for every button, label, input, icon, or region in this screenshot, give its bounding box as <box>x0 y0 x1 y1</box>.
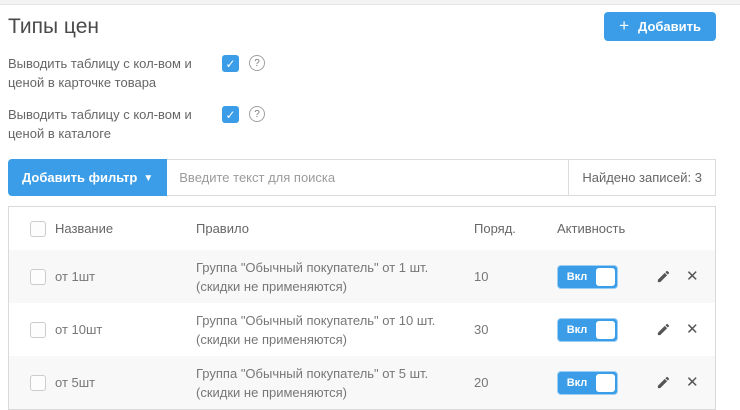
pencil-icon <box>656 269 671 284</box>
close-icon: ✕ <box>686 322 699 337</box>
edit-button[interactable] <box>656 375 671 390</box>
edit-button[interactable] <box>656 322 671 337</box>
toggle-knob <box>596 268 615 286</box>
row-checkbox-cell <box>9 375 55 391</box>
actions-cell: ✕ <box>643 269 715 284</box>
actions-cell: ✕ <box>643 322 715 337</box>
activity-cell: Вкл <box>557 265 643 289</box>
filter-toolbar: Добавить фильтр ▼ Найдено записей: 3 <box>8 159 716 196</box>
pencil-icon <box>656 375 671 390</box>
column-header-activity: Активность <box>557 221 643 236</box>
rule-line-2: (скидки не применяются) <box>196 330 474 349</box>
name-cell: от 10шт <box>55 322 196 337</box>
search-input[interactable] <box>167 159 569 196</box>
select-all-checkbox[interactable] <box>30 221 46 237</box>
activity-toggle[interactable]: Вкл <box>557 371 618 395</box>
page-title: Типы цен <box>8 15 99 39</box>
rule-line-1: Группа "Обычный покупатель" от 1 шт. <box>196 258 474 277</box>
activity-cell: Вкл <box>557 318 643 342</box>
add-filter-label: Добавить фильтр <box>22 170 137 185</box>
table-row: от 10шт Группа "Обычный покупатель" от 1… <box>9 303 715 356</box>
column-header-rule: Правило <box>196 219 474 238</box>
table-row: от 5шт Группа "Обычный покупатель" от 5 … <box>9 356 715 409</box>
setting-row-product-card: Выводить таблицу с кол-вом и ценой в кар… <box>8 54 716 92</box>
activity-cell: Вкл <box>557 371 643 395</box>
add-button-label: Добавить <box>638 19 701 34</box>
page-content: Типы цен + Добавить Выводить таблицу с к… <box>0 12 740 410</box>
setting-label: Выводить таблицу с кол-вом и ценой в кат… <box>8 105 222 143</box>
setting-label: Выводить таблицу с кол-вом и ценой в кар… <box>8 54 222 92</box>
checkmark-icon: ✓ <box>225 57 235 71</box>
add-button[interactable]: + Добавить <box>604 12 716 41</box>
table-header-row: Название Правило Поряд. Активность <box>9 207 715 250</box>
caret-down-icon: ▼ <box>143 173 153 184</box>
row-checkbox[interactable] <box>30 269 46 285</box>
setting-checkbox[interactable]: ✓ <box>222 106 239 123</box>
toggle-knob <box>596 374 615 392</box>
setting-row-catalog: Выводить таблицу с кол-вом и ценой в кат… <box>8 105 716 143</box>
actions-cell: ✕ <box>643 375 715 390</box>
help-icon[interactable]: ? <box>249 55 265 71</box>
rule-line-2: (скидки не применяются) <box>196 383 474 402</box>
setting-checkbox[interactable]: ✓ <box>222 55 239 72</box>
rule-line-2: (скидки не применяются) <box>196 277 474 296</box>
column-header-name: Название <box>55 221 196 236</box>
help-icon[interactable]: ? <box>249 106 265 122</box>
pencil-icon <box>656 322 671 337</box>
rule-line-1: Группа "Обычный покупатель" от 5 шт. <box>196 364 474 383</box>
delete-button[interactable]: ✕ <box>686 322 699 337</box>
header-checkbox-cell <box>9 221 55 237</box>
delete-button[interactable]: ✕ <box>686 375 699 390</box>
column-header-order: Поряд. <box>474 221 557 236</box>
rule-cell: Группа "Обычный покупатель" от 1 шт. (ск… <box>196 258 474 296</box>
plus-icon: + <box>619 17 629 34</box>
page-header: Типы цен + Добавить <box>8 12 716 41</box>
edit-button[interactable] <box>656 269 671 284</box>
toggle-knob <box>596 321 615 339</box>
price-types-table: Название Правило Поряд. Активность от 1ш… <box>8 206 716 410</box>
row-checkbox-cell <box>9 269 55 285</box>
name-cell: от 5шт <box>55 375 196 390</box>
order-cell: 20 <box>474 375 557 390</box>
add-filter-button[interactable]: Добавить фильтр ▼ <box>8 159 167 196</box>
row-checkbox[interactable] <box>30 322 46 338</box>
close-icon: ✕ <box>686 375 699 390</box>
toggle-label: Вкл <box>558 324 596 336</box>
checkmark-icon: ✓ <box>225 108 235 122</box>
toggle-label: Вкл <box>558 377 596 389</box>
row-checkbox[interactable] <box>30 375 46 391</box>
rule-line-1: Группа "Обычный покупатель" от 10 шт. <box>196 311 474 330</box>
rule-cell: Группа "Обычный покупатель" от 10 шт. (с… <box>196 311 474 349</box>
top-divider-strip <box>0 0 740 5</box>
rule-cell: Группа "Обычный покупатель" от 5 шт. (ск… <box>196 364 474 402</box>
order-cell: 10 <box>474 269 557 284</box>
delete-button[interactable]: ✕ <box>686 269 699 284</box>
activity-toggle[interactable]: Вкл <box>557 318 618 342</box>
order-cell: 30 <box>474 322 557 337</box>
close-icon: ✕ <box>686 269 699 284</box>
activity-toggle[interactable]: Вкл <box>557 265 618 289</box>
row-checkbox-cell <box>9 322 55 338</box>
name-cell: от 1шт <box>55 269 196 284</box>
toggle-label: Вкл <box>558 271 596 283</box>
records-found-badge: Найдено записей: 3 <box>568 159 716 196</box>
question-glyph: ? <box>254 58 260 69</box>
table-row: от 1шт Группа "Обычный покупатель" от 1 … <box>9 250 715 303</box>
question-glyph: ? <box>254 109 260 120</box>
